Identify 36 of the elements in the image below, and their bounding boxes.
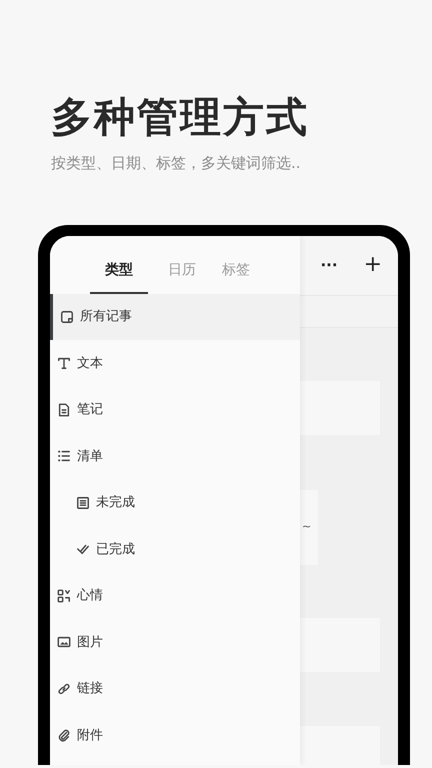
category-item[interactable]: 笔记 xyxy=(50,386,300,433)
note-card[interactable]: ~ xyxy=(300,490,318,564)
category-label: 已完成 xyxy=(96,540,135,558)
category-label: 未完成 xyxy=(96,494,135,512)
text-icon xyxy=(57,356,71,370)
paperclip-icon xyxy=(57,728,71,742)
image-icon xyxy=(57,635,71,650)
grid-icon xyxy=(57,588,71,603)
link-icon xyxy=(57,682,71,696)
more-button[interactable]: ··· xyxy=(320,254,338,276)
category-label: 图片 xyxy=(77,634,103,652)
card-text: ~ xyxy=(302,518,312,535)
category-item[interactable]: 已完成 xyxy=(50,526,300,572)
category-item[interactable]: 心情 xyxy=(50,572,300,619)
category-label: 链接 xyxy=(77,680,103,698)
subtitle: 按类型、日期、标签，多关键词筛选.. xyxy=(51,153,302,174)
category-label: 所有记事 xyxy=(80,308,132,326)
category-label: 文本 xyxy=(77,354,103,372)
category-label: 附件 xyxy=(77,726,103,744)
category-label: 心情 xyxy=(77,587,103,605)
category-item[interactable]: 未完成 xyxy=(50,480,300,526)
add-button[interactable]: + xyxy=(364,254,382,276)
list-icon xyxy=(57,449,71,464)
category-label: 笔记 xyxy=(77,401,103,419)
category-label: 清单 xyxy=(77,448,103,466)
document-icon xyxy=(57,402,71,417)
category-item[interactable]: 图片 xyxy=(50,619,300,666)
category-item[interactable]: 清单 xyxy=(50,433,300,480)
category-item[interactable]: 附件 xyxy=(50,712,300,758)
double-check-icon xyxy=(76,542,90,556)
headline: 多种管理方式 xyxy=(51,92,310,143)
note-icon xyxy=(60,310,74,324)
category-item[interactable]: 文本 xyxy=(50,340,300,386)
category-item[interactable]: 链接 xyxy=(50,666,300,712)
checklist-icon xyxy=(76,496,90,510)
category-item[interactable]: 所有记事 xyxy=(50,294,300,340)
